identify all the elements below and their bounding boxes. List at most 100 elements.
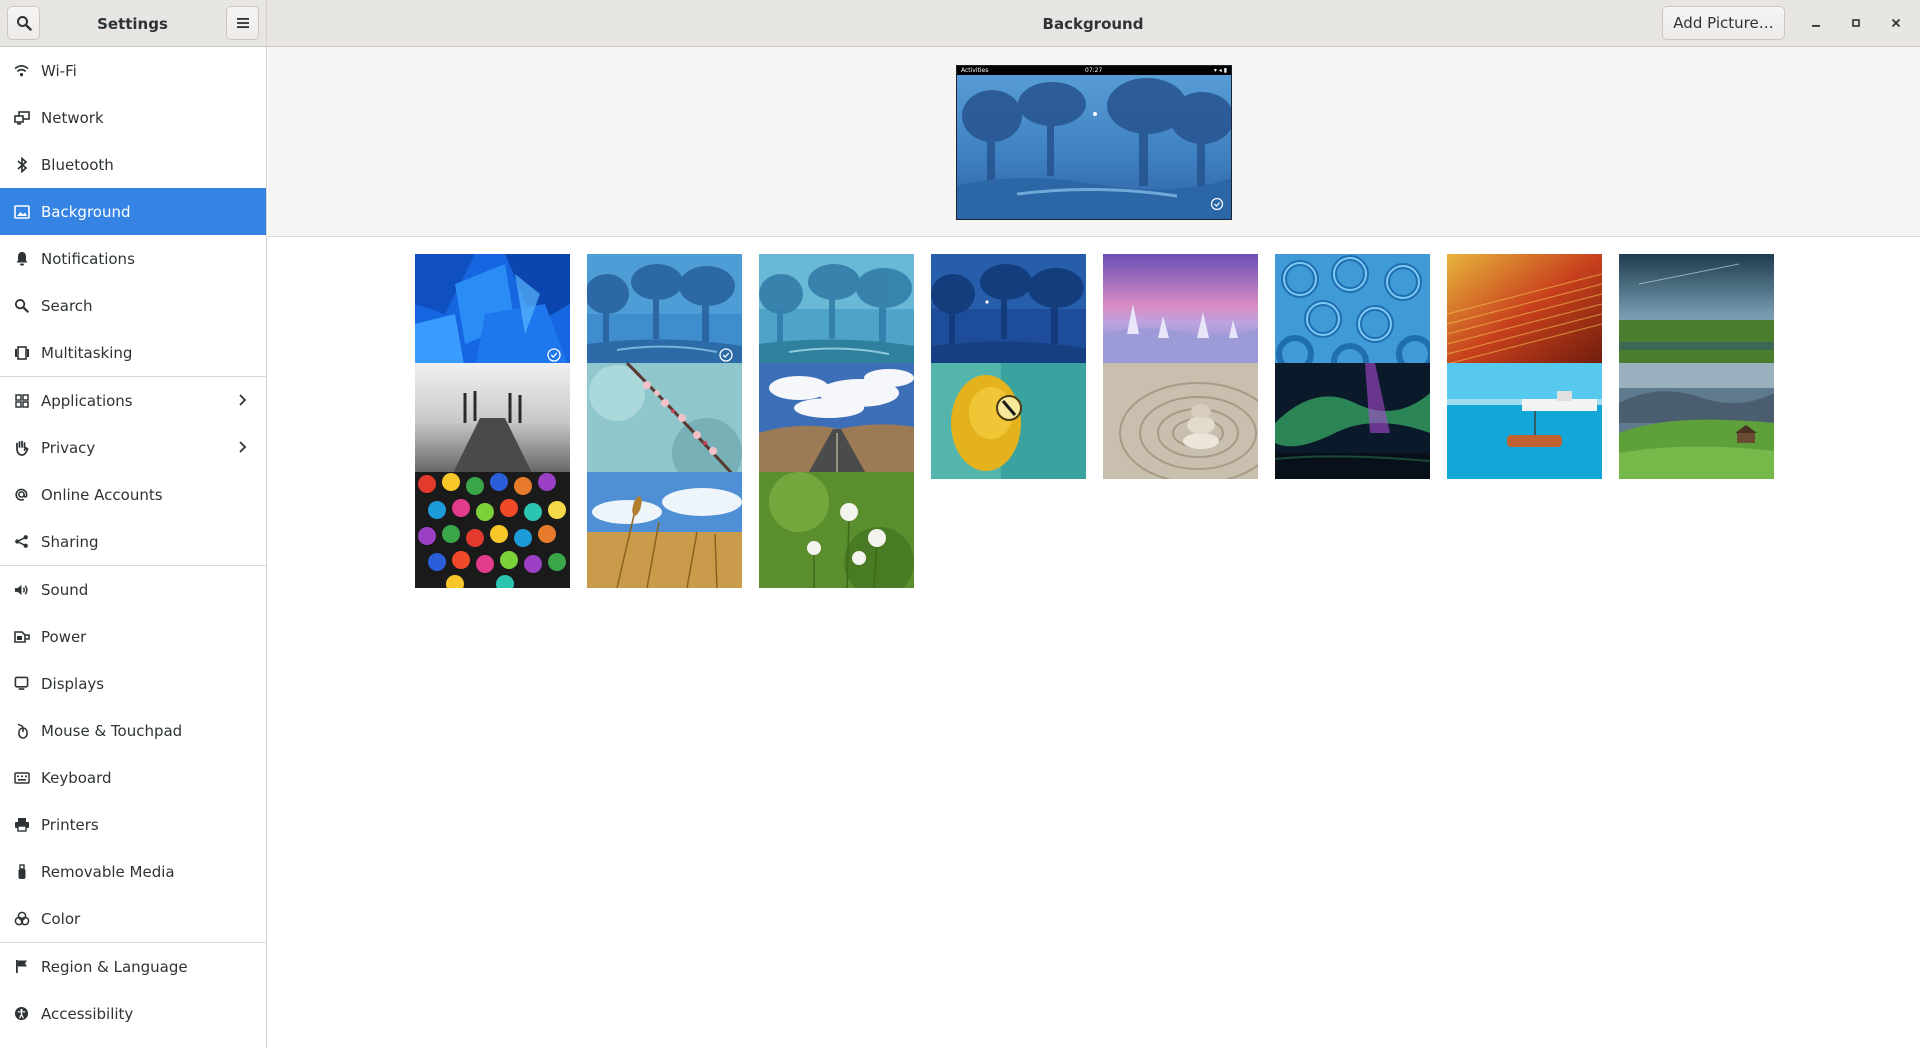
sidebar-item-network[interactable]: Network: [0, 94, 266, 141]
wallpaper-cherry-blossom[interactable]: [587, 363, 742, 479]
sidebar-item-keyboard[interactable]: Keyboard: [0, 754, 266, 801]
sidebar-item-search[interactable]: Search: [0, 282, 266, 329]
wallpaper-abstract-blue-shapes[interactable]: [415, 254, 570, 370]
maximize-icon: [1852, 19, 1860, 27]
wallpaper-blue-forest-light[interactable]: [587, 254, 742, 370]
sidebar-item-label: Multitasking: [41, 343, 133, 362]
wallpaper-aurora[interactable]: [1275, 363, 1430, 479]
wifi-icon: [13, 62, 30, 79]
minimize-button[interactable]: [1803, 10, 1829, 36]
sidebar-item-privacy[interactable]: Privacy: [0, 424, 266, 471]
sidebar-item-bluetooth[interactable]: Bluetooth: [0, 141, 266, 188]
sidebar-item-sound[interactable]: Sound: [0, 566, 266, 613]
sidebar-item-notifications[interactable]: Notifications: [0, 235, 266, 282]
wallpaper-desert-road[interactable]: [759, 363, 914, 479]
wallpaper-blue-forest-night[interactable]: [931, 254, 1086, 370]
wallpaper-green-valley[interactable]: [1619, 363, 1774, 479]
sidebar-item-label: Applications: [41, 391, 133, 410]
sidebar-item-label: Bluetooth: [41, 155, 114, 174]
sidebar-item-background[interactable]: Background: [0, 188, 266, 235]
sidebar-item-multitasking[interactable]: Multitasking: [0, 329, 266, 376]
hamburger-icon: [236, 18, 249, 28]
preview-activities-label: Activities: [961, 67, 989, 74]
preview-area: Activities 07:27 ▾ ◂ ▮: [268, 47, 1920, 237]
at-icon: [13, 486, 30, 503]
sidebar-item-displays[interactable]: Displays: [0, 660, 266, 707]
speaker-icon: [13, 581, 30, 598]
wallpaper-blue-forest-mist[interactable]: [759, 254, 914, 370]
add-picture-button[interactable]: Add Picture…: [1662, 6, 1785, 40]
sidebar-item-sharing[interactable]: Sharing: [0, 518, 266, 565]
preview-clock: 07:27: [1085, 67, 1103, 74]
wallpaper-yellow-frog[interactable]: [931, 363, 1086, 479]
wallpaper-boat-lake[interactable]: [1447, 363, 1602, 479]
header-bar: Settings Background Add Picture…: [0, 0, 1920, 47]
sidebar-item-online-accounts[interactable]: Online Accounts: [0, 471, 266, 518]
close-icon: [1891, 18, 1901, 28]
sidebar-item-region-language[interactable]: Region & Language: [0, 943, 266, 990]
display-icon: [13, 675, 30, 692]
sidebar-item-label: Sound: [41, 580, 89, 599]
wallpaper-zen-stones[interactable]: [1103, 363, 1258, 479]
background-icon: [13, 203, 30, 220]
maximize-button[interactable]: [1843, 10, 1869, 36]
usb-icon: [13, 863, 30, 880]
keyboard-icon: [13, 769, 30, 786]
share-icon: [13, 533, 30, 550]
preview-top-bar: Activities 07:27 ▾ ◂ ▮: [957, 66, 1231, 75]
power-icon: [13, 628, 30, 645]
sidebar-item-label: Removable Media: [41, 862, 175, 881]
sidebar-item-power[interactable]: Power: [0, 613, 266, 660]
multitasking-icon: [13, 344, 30, 361]
main-content: Activities 07:27 ▾ ◂ ▮: [268, 47, 1920, 1048]
close-button[interactable]: [1883, 10, 1909, 36]
wallpaper-red-fabric-macro[interactable]: [1447, 254, 1602, 370]
mouse-icon: [13, 722, 30, 739]
sidebar-item-label: Background: [41, 202, 131, 221]
flag-icon: [13, 958, 30, 975]
hand-icon: [13, 439, 30, 456]
wallpaper-blue-rubber-rings[interactable]: [1275, 254, 1430, 370]
wallpaper-dandelions[interactable]: [759, 472, 914, 588]
sidebar-item-label: Displays: [41, 674, 105, 693]
sidebar-item-color[interactable]: Color: [0, 895, 266, 942]
sidebar-item-mouse-touchpad[interactable]: Mouse & Touchpad: [0, 707, 266, 754]
sidebar-item-printers[interactable]: Printers: [0, 801, 266, 848]
sidebar-item-label: Mouse & Touchpad: [41, 721, 183, 740]
check-icon: [719, 348, 733, 362]
wallpaper-snowy-purple-dawn[interactable]: [1103, 254, 1258, 370]
wallpaper-colored-pencils[interactable]: [415, 472, 570, 588]
minimize-icon: [1812, 25, 1820, 27]
sidebar-item-label: Color: [41, 909, 81, 928]
sidebar-item-label: Keyboard: [41, 768, 112, 787]
bell-icon: [13, 250, 30, 267]
wallpaper-wheat-field[interactable]: [587, 472, 742, 588]
sidebar-item-label: Region & Language: [41, 957, 188, 976]
sidebar-item-label: Search: [41, 296, 93, 315]
color-icon: [13, 910, 30, 927]
printer-icon: [13, 816, 30, 833]
sidebar-item-accessibility[interactable]: Accessibility: [0, 990, 266, 1037]
search-icon: [13, 297, 30, 314]
accessibility-icon: [13, 1005, 30, 1022]
preview-status-icons: ▾ ◂ ▮: [1213, 67, 1227, 74]
wallpaper-misty-pier[interactable]: [415, 363, 570, 479]
app-title: Settings: [97, 14, 168, 33]
bluetooth-icon: [13, 156, 30, 173]
preview-image: [957, 66, 1231, 219]
search-button[interactable]: [7, 6, 40, 40]
chevron-right-icon: [239, 441, 247, 453]
sidebar-item-label: Online Accounts: [41, 485, 163, 504]
sidebar: Wi-Fi Network Bluetooth Background Notif…: [0, 47, 267, 1048]
sidebar-item-wifi[interactable]: Wi-Fi: [0, 47, 266, 94]
sidebar-item-removable-media[interactable]: Removable Media: [0, 848, 266, 895]
sidebar-item-label: Network: [41, 108, 104, 127]
sidebar-item-label: Privacy: [41, 438, 96, 457]
sidebar-item-label: Printers: [41, 815, 99, 834]
sidebar-item-applications[interactable]: Applications: [0, 377, 266, 424]
wallpaper-green-field-sky[interactable]: [1619, 254, 1774, 370]
content-header: Background Add Picture…: [267, 0, 1920, 46]
sidebar-item-label: Accessibility: [41, 1004, 134, 1023]
main-menu-button[interactable]: [226, 6, 259, 40]
applications-icon: [13, 392, 30, 409]
